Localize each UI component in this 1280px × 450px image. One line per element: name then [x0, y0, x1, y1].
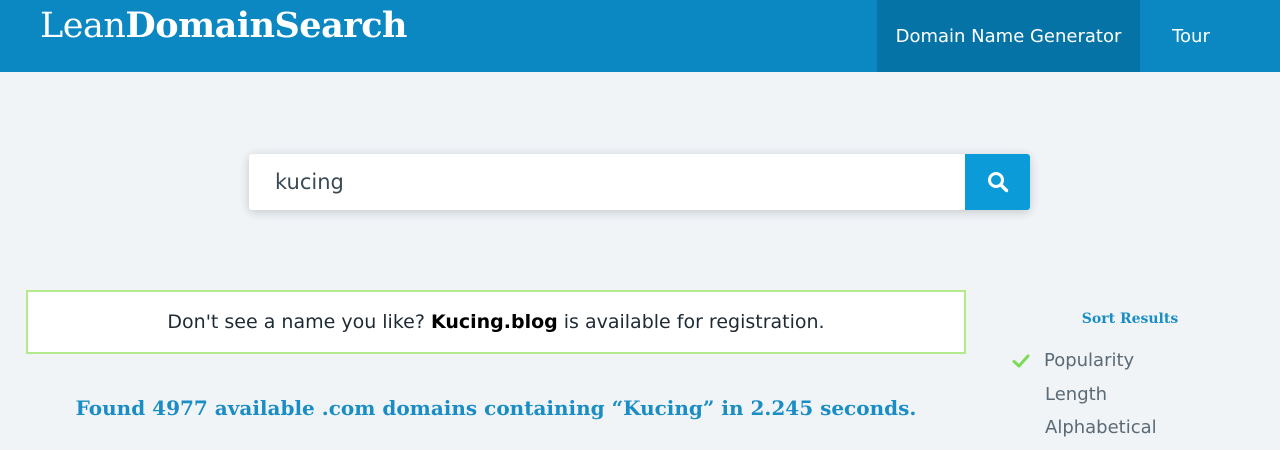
sort-option-length[interactable]: Length	[1045, 384, 1107, 405]
search-input[interactable]	[249, 154, 965, 210]
logo-text-light: Lean	[40, 6, 126, 46]
top-header: LeanDomainSearch Domain Name Generator T…	[0, 0, 1280, 72]
search-bar	[249, 154, 1030, 210]
suggested-domain-link[interactable]: Kucing.blog	[425, 311, 564, 333]
results-summary: Found 4977 available .com domains contai…	[75, 396, 917, 420]
suggestion-prefix: Don't see a name you like?	[167, 311, 425, 333]
nav-domain-name-generator[interactable]: Domain Name Generator	[877, 0, 1140, 72]
search-button[interactable]	[965, 154, 1030, 210]
sort-results-title: Sort Results	[1081, 311, 1179, 327]
logo-text-bold: DomainSearch	[125, 5, 407, 46]
sort-option-alphabetical[interactable]: Alphabetical	[1045, 417, 1157, 438]
site-logo[interactable]: LeanDomainSearch	[40, 5, 407, 47]
suggestion-banner: Don't see a name you like? Kucing.blog i…	[26, 290, 966, 354]
nav-tour[interactable]: Tour	[1140, 0, 1242, 72]
check-icon	[1012, 354, 1030, 368]
sort-option-popularity[interactable]: Popularity	[1044, 350, 1134, 371]
suggestion-suffix: is available for registration.	[563, 311, 825, 333]
search-icon	[987, 172, 1008, 193]
